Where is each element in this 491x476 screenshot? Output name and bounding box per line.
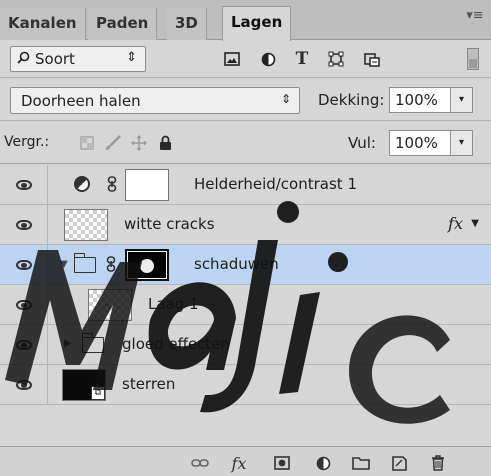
smart-object-badge-icon: ⧉ xyxy=(91,386,105,400)
type-filter-icon[interactable]: T xyxy=(292,49,312,69)
layer-thumbnail[interactable] xyxy=(64,209,108,241)
visibility-toggle[interactable] xyxy=(0,245,48,285)
folder-icon xyxy=(81,333,104,353)
layer-mask-thumbnail[interactable] xyxy=(125,169,169,201)
layer-name[interactable]: gloed effecten xyxy=(122,335,230,353)
shape-filter-icon[interactable] xyxy=(326,49,346,69)
layers-panel: Kanalen Paden 3D Lagen ▾≡ Soort ⇕ T Door… xyxy=(0,0,491,476)
layer-row[interactable]: ⧉ sterren xyxy=(0,365,491,405)
visibility-toggle[interactable] xyxy=(0,365,48,405)
layer-row[interactable]: witte cracks fx ▼ xyxy=(0,205,491,245)
new-group-icon[interactable] xyxy=(351,453,371,473)
layer-name[interactable]: Helderheid/contrast 1 xyxy=(194,175,357,193)
visibility-toggle[interactable] xyxy=(0,205,48,245)
eye-icon xyxy=(15,340,32,350)
eye-icon xyxy=(15,380,32,390)
select-arrows-icon: ⇕ xyxy=(280,92,291,106)
layers-bottom-toolbar: fx xyxy=(0,446,491,476)
add-mask-icon[interactable] xyxy=(272,453,292,473)
group-collapsed-icon[interactable]: ▶ xyxy=(64,338,72,349)
visibility-toggle[interactable] xyxy=(0,165,48,205)
filter-kind-select[interactable]: Soort ⇕ xyxy=(10,46,146,72)
lock-label: Vergr.: xyxy=(4,134,50,150)
lock-all-icon[interactable] xyxy=(156,134,174,152)
group-expanded-icon[interactable]: ▼ xyxy=(60,259,68,270)
lock-brush-icon[interactable] xyxy=(104,134,122,152)
add-style-icon[interactable]: fx xyxy=(229,453,249,473)
link-layers-icon[interactable] xyxy=(190,453,210,473)
eye-icon xyxy=(15,260,32,270)
lock-transparency-icon[interactable] xyxy=(78,134,96,152)
smart-object-filter-icon[interactable] xyxy=(362,49,382,69)
eye-icon xyxy=(15,220,32,230)
layer-thumbnail[interactable] xyxy=(88,289,132,321)
tab-kanalen[interactable]: Kanalen xyxy=(0,8,86,40)
eye-icon xyxy=(15,180,32,190)
layer-mask-thumbnail[interactable] xyxy=(125,249,169,281)
fill-label: Vul: xyxy=(348,134,376,152)
layer-row[interactable]: Laag 1 xyxy=(0,285,491,325)
search-icon xyxy=(17,51,30,68)
layer-row-selected[interactable]: ▼ schaduwen xyxy=(0,245,491,285)
layer-effects-icon[interactable]: fx xyxy=(448,214,463,233)
layer-row[interactable]: ▶ gloed effecten xyxy=(0,325,491,365)
layer-name[interactable]: schaduwen xyxy=(194,255,279,273)
opacity-label: Dekking: xyxy=(318,91,385,109)
panel-tab-bar: Kanalen Paden 3D Lagen ▾≡ xyxy=(0,0,491,41)
fill-input[interactable]: 100% xyxy=(389,130,451,156)
opacity-input[interactable]: 100% xyxy=(389,87,451,113)
adjustment-filter-icon[interactable] xyxy=(258,49,278,69)
layer-row[interactable]: Helderheid/contrast 1 xyxy=(0,165,491,205)
filter-toggle-switch[interactable] xyxy=(467,48,479,70)
blend-mode-label: Doorheen halen xyxy=(21,92,141,110)
blend-mode-select[interactable]: Doorheen halen ⇕ xyxy=(10,87,300,114)
filter-kind-label: Soort xyxy=(35,50,75,68)
lock-row: Vergr.: Vul: 100% ▾ xyxy=(0,122,491,164)
trash-icon[interactable] xyxy=(428,453,448,473)
lock-move-icon[interactable] xyxy=(130,134,148,152)
tab-3d[interactable]: 3D xyxy=(167,8,207,40)
adjustment-layer-icon xyxy=(74,176,90,192)
eye-icon xyxy=(15,300,32,310)
layer-name[interactable]: witte cracks xyxy=(124,215,215,233)
expand-effects-icon[interactable]: ▼ xyxy=(471,218,479,229)
visibility-toggle[interactable] xyxy=(0,285,48,325)
link-icon[interactable] xyxy=(107,176,117,196)
layer-thumbnail[interactable]: ⧉ xyxy=(62,369,106,401)
layer-name[interactable]: Laag 1 xyxy=(148,295,199,313)
tab-paden[interactable]: Paden xyxy=(88,8,158,40)
new-layer-icon[interactable] xyxy=(389,453,409,473)
folder-open-icon xyxy=(73,253,96,273)
image-filter-icon[interactable] xyxy=(222,49,242,69)
panel-menu-icon[interactable]: ▾≡ xyxy=(465,8,485,26)
opacity-dropdown-icon[interactable]: ▾ xyxy=(451,87,473,113)
layers-list: Helderheid/contrast 1 witte cracks fx ▼ … xyxy=(0,165,491,445)
layer-filter-row: Soort ⇕ T xyxy=(0,40,491,78)
visibility-toggle[interactable] xyxy=(0,325,48,365)
blend-mode-row: Doorheen halen ⇕ Dekking: 100% ▾ xyxy=(0,79,491,121)
select-arrows-icon: ⇕ xyxy=(126,50,137,65)
layer-name[interactable]: sterren xyxy=(122,375,175,393)
link-icon[interactable] xyxy=(106,256,116,276)
fill-dropdown-icon[interactable]: ▾ xyxy=(451,130,473,156)
new-adjustment-icon[interactable] xyxy=(313,453,333,473)
tab-lagen[interactable]: Lagen xyxy=(222,6,292,41)
